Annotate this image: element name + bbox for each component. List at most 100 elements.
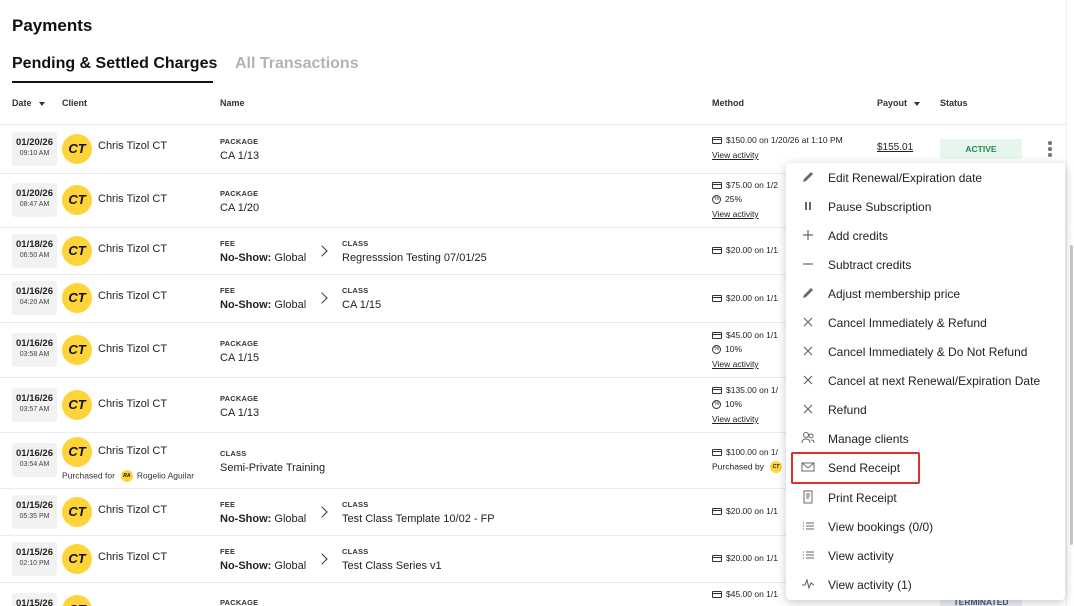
avatar: CT — [62, 437, 92, 467]
percent-icon: % — [712, 400, 721, 410]
envelope-icon — [800, 459, 816, 475]
menu-item-cancel-next-renewal[interactable]: Cancel at next Renewal/Expiration Date — [786, 366, 1065, 395]
pencil-icon — [800, 285, 816, 301]
column-header-client: Client — [62, 98, 88, 108]
view-activity-link[interactable]: View activity — [712, 150, 759, 160]
payment-method: $20.00 on 1/1 — [712, 553, 778, 563]
menu-item-print-receipt[interactable]: Print Receipt — [786, 483, 1065, 512]
scrollbar-thumb[interactable] — [1070, 245, 1073, 545]
item-category: PACKAGE — [220, 339, 259, 348]
menu-item-cancel-immediately-no-refund[interactable]: Cancel Immediately & Do Not Refund — [786, 337, 1065, 366]
pencil-icon — [800, 169, 816, 185]
client-name[interactable]: Chris Tizol CT — [98, 343, 167, 355]
active-tab-indicator — [12, 81, 213, 83]
x-icon — [800, 343, 816, 359]
avatar: RA — [120, 470, 133, 482]
view-activity-link[interactable]: View activity — [712, 359, 759, 369]
chevron-right-icon — [316, 245, 328, 257]
avatar: CT — [62, 335, 92, 365]
date-cell: 01/16/26 04:20 AM — [12, 281, 57, 315]
percent-icon: % — [712, 195, 721, 205]
client-name[interactable]: Chris Tizol CT — [98, 193, 167, 205]
class-name: CA 1/15 — [342, 299, 382, 311]
payment-method: $100.00 on 1/ — [712, 447, 778, 457]
item-category: PACKAGE — [220, 189, 259, 198]
list-icon — [800, 547, 816, 563]
client-name[interactable]: Chris Tizol CT — [98, 504, 167, 516]
row-actions-menu: Edit Renewal/Expiration date Pause Subsc… — [786, 163, 1065, 600]
menu-item-send-receipt[interactable]: Send Receipt — [786, 453, 1065, 482]
users-icon — [800, 430, 816, 446]
menu-item-view-activity[interactable]: View activity — [786, 541, 1065, 570]
payment-method: $45.00 on 1/1 — [712, 589, 778, 599]
more-options-icon[interactable] — [1043, 139, 1057, 159]
date-cell: 01/16/26 03:58 AM — [12, 333, 57, 367]
credit-card-icon — [712, 555, 722, 563]
client-name[interactable]: Chris Tizol CT — [98, 398, 167, 410]
view-activity-link[interactable]: View activity — [712, 414, 759, 424]
avatar: CT — [62, 185, 92, 215]
view-activity-link[interactable]: View activity — [712, 209, 759, 219]
date-cell: 01/15/26 02:10 PM — [12, 542, 57, 576]
page-title: Payments — [12, 16, 93, 35]
item-name: CA 1/13 — [220, 150, 260, 162]
purchased-by: Purchased by CT — [712, 461, 786, 473]
avatar: CT — [62, 595, 92, 606]
payment-method: $75.00 on 1/2 — [712, 180, 778, 190]
fee-name: No-Show: Global — [220, 252, 307, 264]
sort-caret-icon — [914, 101, 921, 106]
credit-card-icon — [712, 387, 722, 395]
menu-item-cancel-immediately-refund[interactable]: Cancel Immediately & Refund — [786, 308, 1065, 337]
payment-method: $20.00 on 1/1 — [712, 506, 778, 516]
menu-item-manage-clients[interactable]: Manage clients — [786, 424, 1065, 453]
tab-all-transactions[interactable]: All Transactions — [235, 55, 359, 73]
credit-card-icon — [712, 295, 722, 303]
payment-method: $20.00 on 1/1 — [712, 245, 778, 255]
menu-item-subtract-credits[interactable]: Subtract credits — [786, 250, 1065, 279]
credit-card-icon — [712, 332, 722, 340]
client-name[interactable]: Chris Tizol CT — [98, 551, 167, 563]
column-header-status: Status — [940, 98, 968, 108]
menu-item-refund[interactable]: Refund — [786, 395, 1065, 424]
item-category: CLASS — [220, 449, 247, 458]
menu-item-view-activity-count[interactable]: View activity (1) — [786, 570, 1065, 599]
class-name: Test Class Series v1 — [342, 560, 442, 572]
payment-method: $20.00 on 1/1 — [712, 293, 778, 303]
credit-card-icon — [712, 247, 722, 255]
column-header-name: Name — [220, 98, 245, 108]
column-header-payout[interactable]: Payout — [877, 98, 921, 108]
discount-percent: % 10% — [712, 344, 743, 355]
client-name[interactable]: Chris Tizol CT — [98, 290, 167, 302]
class-label: CLASS — [342, 500, 369, 509]
tab-pending-settled-charges[interactable]: Pending & Settled Charges — [12, 55, 217, 73]
class-label: CLASS — [342, 286, 369, 295]
avatar: CT — [62, 544, 92, 574]
credit-card-icon — [712, 508, 722, 516]
chevron-right-icon — [316, 553, 328, 565]
item-category: FEE — [220, 239, 236, 248]
class-label: CLASS — [342, 547, 369, 556]
item-category: FEE — [220, 547, 236, 556]
plus-icon — [800, 227, 816, 243]
date-cell: 01/18/26 06:50 AM — [12, 234, 57, 268]
date-cell: 01/20/26 09:10 AM — [12, 132, 57, 166]
client-name[interactable]: Chris Tizol CT — [98, 445, 167, 457]
menu-item-edit-renewal-date[interactable]: Edit Renewal/Expiration date — [786, 163, 1065, 192]
percent-icon: % — [712, 345, 721, 355]
avatar: CT — [62, 283, 92, 313]
item-category: PACKAGE — [220, 598, 259, 606]
purchased-for: Purchased for RA Rogelio Aguilar — [62, 470, 195, 482]
client-name[interactable]: Chris Tizol CT — [98, 243, 167, 255]
menu-item-adjust-membership-price[interactable]: Adjust membership price — [786, 279, 1065, 308]
payout-amount[interactable]: $155.01 — [877, 142, 913, 153]
menu-item-pause-subscription[interactable]: Pause Subscription — [786, 192, 1065, 221]
client-name[interactable]: Chris Tizol CT — [98, 140, 167, 152]
chevron-right-icon — [316, 506, 328, 518]
menu-item-add-credits[interactable]: Add credits — [786, 221, 1065, 250]
payment-method: $150.00 on 1/20/26 at 1:10 PM — [712, 135, 843, 145]
menu-item-view-bookings[interactable]: View bookings (0/0) — [786, 512, 1065, 541]
chevron-right-icon — [316, 292, 328, 304]
discount-percent: % 10% — [712, 399, 743, 410]
date-cell: 01/20/26 08:47 AM — [12, 183, 57, 217]
column-header-date[interactable]: Date — [12, 98, 45, 108]
